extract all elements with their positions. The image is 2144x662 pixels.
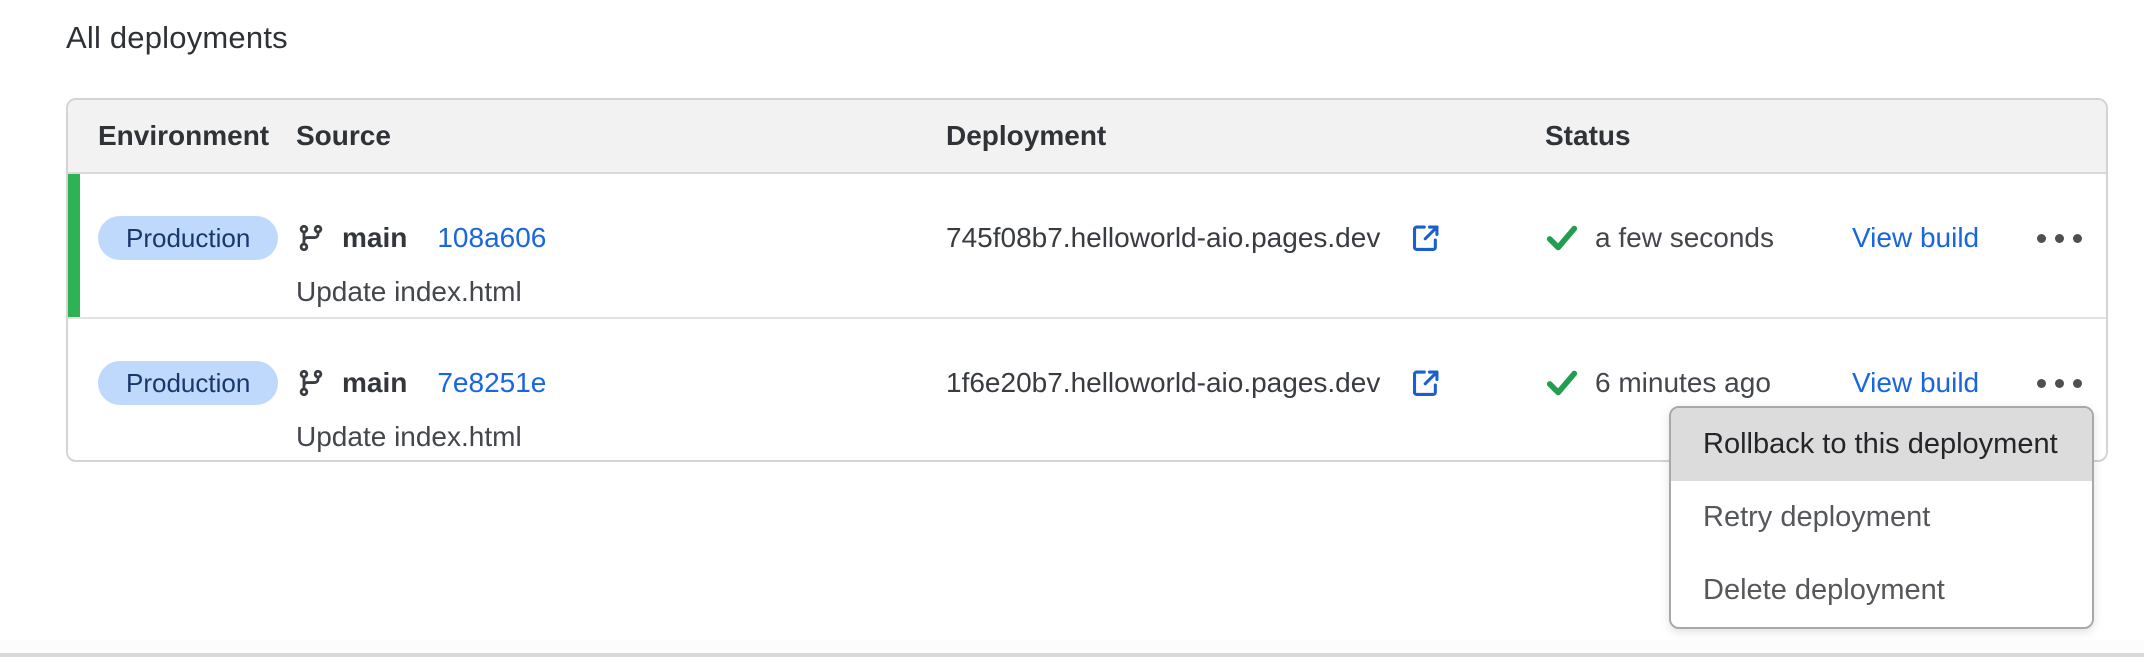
- column-header-source: Source: [296, 120, 946, 152]
- status-time: 6 minutes ago: [1595, 367, 1771, 399]
- external-link-icon[interactable]: [1410, 222, 1442, 254]
- ellipsis-icon[interactable]: [2029, 371, 2090, 396]
- view-build-link[interactable]: View build: [1852, 367, 1979, 399]
- check-icon: [1545, 221, 1579, 255]
- environment-badge: Production: [98, 361, 278, 405]
- deployment-cell: 745f08b7.helloworld-aio.pages.dev: [946, 174, 1545, 317]
- page-title: All deployments: [66, 20, 288, 56]
- table-header-row: Environment Source Deployment Status: [68, 100, 2106, 174]
- menu-item-retry[interactable]: Retry deployment: [1671, 481, 2092, 554]
- check-icon: [1545, 366, 1579, 400]
- deployment-url: 745f08b7.helloworld-aio.pages.dev: [946, 222, 1380, 254]
- ellipsis-icon[interactable]: [2029, 226, 2090, 251]
- environment-badge: Production: [98, 216, 278, 260]
- commit-link[interactable]: 7e8251e: [437, 367, 546, 399]
- column-header-status: Status: [1545, 120, 1852, 152]
- status-time: a few seconds: [1595, 222, 1774, 254]
- column-header-environment: Environment: [68, 120, 296, 152]
- table-row: Production main 108a606 Update index.htm…: [68, 174, 2106, 317]
- commit-link[interactable]: 108a606: [437, 222, 546, 254]
- page-divider: [0, 653, 2144, 657]
- view-build-cell: View build: [1852, 174, 2012, 317]
- branch-name: main: [342, 367, 407, 399]
- deployment-actions-menu: Rollback to this deployment Retry deploy…: [1669, 406, 2094, 629]
- external-link-icon[interactable]: [1410, 367, 1442, 399]
- deployment-cell: 1f6e20b7.helloworld-aio.pages.dev: [946, 319, 1545, 460]
- commit-message: Update index.html: [296, 421, 946, 453]
- view-build-link[interactable]: View build: [1852, 222, 1979, 254]
- status-cell: a few seconds: [1545, 174, 1852, 317]
- commit-message: Update index.html: [296, 276, 946, 308]
- git-branch-icon: [296, 223, 326, 253]
- menu-item-delete[interactable]: Delete deployment: [1671, 554, 2092, 627]
- column-header-deployment: Deployment: [946, 120, 1545, 152]
- git-branch-icon: [296, 368, 326, 398]
- deployment-url: 1f6e20b7.helloworld-aio.pages.dev: [946, 367, 1380, 399]
- source-cell: main 108a606 Update index.html: [296, 174, 946, 317]
- source-cell: main 7e8251e Update index.html: [296, 319, 946, 460]
- environment-cell: Production: [68, 174, 296, 317]
- menu-item-rollback[interactable]: Rollback to this deployment: [1671, 408, 2092, 481]
- branch-name: main: [342, 222, 407, 254]
- footer-band: [0, 640, 2144, 653]
- row-actions-cell: [2012, 174, 2106, 317]
- environment-cell: Production: [68, 319, 296, 460]
